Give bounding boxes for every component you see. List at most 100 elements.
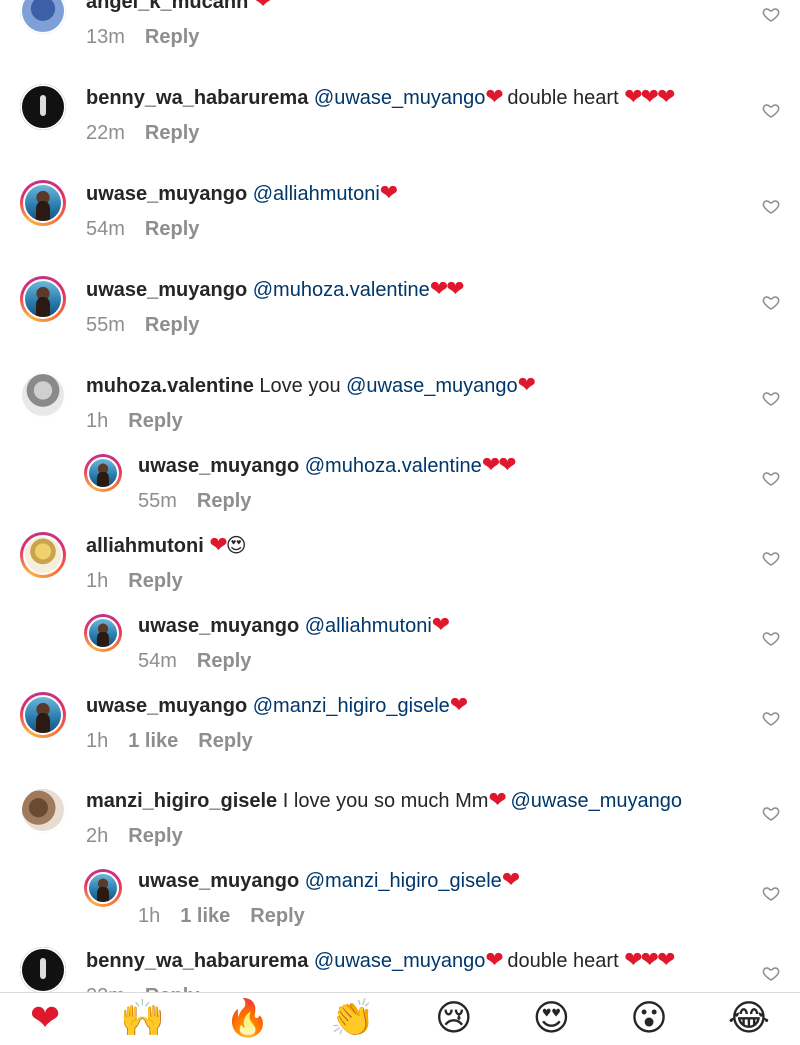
comment-suffix: ❤❤ xyxy=(429,276,465,301)
username[interactable]: uwase_muyango xyxy=(86,183,247,205)
heart-emoji: ❤ xyxy=(640,84,659,109)
avatar[interactable] xyxy=(84,454,122,492)
heart-emoji: ❤ xyxy=(640,947,659,972)
reply-button[interactable]: Reply xyxy=(250,905,304,927)
like-heart-icon[interactable] xyxy=(762,470,780,488)
heart-emoji: ❤ xyxy=(657,947,675,972)
emoji-reaction-6[interactable]: 😮 xyxy=(630,999,668,1039)
reply-comment: uwase_muyango @muhoza.valentine❤❤ 55m Repl… xyxy=(0,452,800,532)
avatar[interactable] xyxy=(20,0,66,34)
comment-meta: 54m Reply xyxy=(138,649,730,673)
mention-link[interactable]: @alliahmutoni xyxy=(305,615,432,637)
comment-suffix: ❤❤ xyxy=(482,452,517,477)
comment-suffix: ❤ double heart ❤❤❤ xyxy=(485,947,675,972)
like-count[interactable]: 1 like xyxy=(180,905,230,927)
like-heart-icon[interactable] xyxy=(762,102,780,120)
like-heart-icon[interactable] xyxy=(762,550,780,568)
username[interactable]: muhoza.valentine xyxy=(86,375,254,397)
reply-comment: uwase_muyango @manzi_higiro_gisele❤ 1h 1 l… xyxy=(0,867,800,947)
comment-text: benny_wa_habarurema @uwase_muyango❤ doub… xyxy=(86,84,730,111)
emoji-reaction-1[interactable]: 🙌 xyxy=(120,999,165,1039)
like-count[interactable]: 1 like xyxy=(128,730,178,752)
comments-list: angel_k_mucahn ❤ 13m Reply benny_wa_habarur… xyxy=(0,0,800,992)
comment-text: uwase_muyango @alliahmutoni❤ xyxy=(86,180,730,207)
mention-link[interactable]: @manzi_higiro_gisele xyxy=(305,870,502,892)
username[interactable]: angel_k_mucahn xyxy=(86,0,248,13)
comment-text: benny_wa_habarurema @uwase_muyango❤ doub… xyxy=(86,947,730,974)
comment-body: I love you so much Mm❤ xyxy=(282,787,507,812)
reply-button[interactable]: Reply xyxy=(145,314,199,336)
mention-link[interactable]: @uwase_muyango xyxy=(346,375,518,397)
avatar[interactable] xyxy=(84,614,122,652)
mention-link[interactable]: @alliahmutoni xyxy=(253,183,380,205)
mention-link[interactable]: @uwase_muyango xyxy=(510,790,682,812)
mention-link[interactable]: @uwase_muyango xyxy=(314,950,486,972)
avatar[interactable] xyxy=(20,372,66,418)
avatar[interactable] xyxy=(20,276,66,322)
emoji-reaction-7[interactable]: 😂 xyxy=(728,999,770,1039)
comment-meta: 55m Reply xyxy=(138,489,730,513)
emoji-reaction-3[interactable]: 👏 xyxy=(330,999,375,1039)
reply-button[interactable]: Reply xyxy=(145,122,199,144)
heart-emoji: ❤ xyxy=(379,180,398,205)
comment-text: uwase_muyango @alliahmutoni❤ xyxy=(138,612,730,639)
username[interactable]: manzi_higiro_gisele xyxy=(86,790,277,812)
avatar[interactable] xyxy=(20,532,66,578)
reply-button[interactable]: Reply xyxy=(145,985,199,992)
emoji-reaction-5[interactable]: 😍 xyxy=(533,999,571,1039)
reply-button[interactable]: Reply xyxy=(197,650,251,672)
comment-suffix: ❤😍 xyxy=(209,532,246,557)
avatar[interactable] xyxy=(20,947,66,992)
like-heart-icon[interactable] xyxy=(762,965,780,983)
heart-emoji: ❤ xyxy=(485,947,503,972)
reply-button[interactable]: Reply xyxy=(145,26,199,48)
like-heart-icon[interactable] xyxy=(762,6,780,24)
like-heart-icon[interactable] xyxy=(762,198,780,216)
timestamp: 1h xyxy=(138,905,161,927)
username[interactable]: uwase_muyango xyxy=(138,455,299,477)
timestamp: 1h xyxy=(86,410,109,432)
like-heart-icon[interactable] xyxy=(762,294,780,312)
reply-button[interactable]: Reply xyxy=(197,490,251,512)
username[interactable]: benny_wa_habarurema xyxy=(86,87,308,109)
mention-link[interactable]: @uwase_muyango xyxy=(314,87,486,109)
username[interactable]: uwase_muyango xyxy=(86,279,247,301)
username[interactable]: uwase_muyango xyxy=(86,695,247,717)
avatar[interactable] xyxy=(20,84,66,130)
like-heart-icon[interactable] xyxy=(762,630,780,648)
heart-emoji: ❤ xyxy=(488,787,506,812)
comment-meta: 55m Reply xyxy=(86,313,730,337)
timestamp: 2h xyxy=(86,825,109,847)
avatar[interactable] xyxy=(20,180,66,226)
comment-suffix: ❤ xyxy=(254,0,272,13)
emoji-reaction-0[interactable]: ❤ xyxy=(30,999,60,1039)
reply-button[interactable]: Reply xyxy=(198,730,252,752)
comment-body: Love you xyxy=(259,375,341,397)
comment: uwase_muyango @alliahmutoni❤ 54m Reply xyxy=(0,180,800,260)
username[interactable]: benny_wa_habarurema xyxy=(86,950,308,972)
comment: uwase_muyango @muhoza.valentine❤❤ 55m Repl… xyxy=(0,276,800,356)
mention-link[interactable]: @muhoza.valentine xyxy=(253,279,430,301)
reply-button[interactable]: Reply xyxy=(145,218,199,240)
comment-text: muhoza.valentine Love you @uwase_muyango… xyxy=(86,372,730,399)
avatar[interactable] xyxy=(84,869,122,907)
reply-button[interactable]: Reply xyxy=(128,570,182,592)
avatar[interactable] xyxy=(20,787,66,833)
like-heart-icon[interactable] xyxy=(762,885,780,903)
comment-meta: 13m Reply xyxy=(86,25,730,49)
avatar[interactable] xyxy=(20,692,66,738)
username[interactable]: alliahmutoni xyxy=(86,535,204,557)
like-heart-icon[interactable] xyxy=(762,390,780,408)
emoji-reaction-2[interactable]: 🔥 xyxy=(225,999,270,1039)
reply-button[interactable]: Reply xyxy=(128,410,182,432)
username[interactable]: uwase_muyango xyxy=(138,870,299,892)
mention-link[interactable]: @muhoza.valentine xyxy=(305,455,482,477)
username[interactable]: uwase_muyango xyxy=(138,615,299,637)
like-heart-icon[interactable] xyxy=(762,805,780,823)
heart-emoji: ❤ xyxy=(429,276,448,301)
like-heart-icon[interactable] xyxy=(762,710,780,728)
reply-button[interactable]: Reply xyxy=(128,825,182,847)
comment: alliahmutoni ❤😍 1h Reply xyxy=(0,532,800,612)
mention-link[interactable]: @manzi_higiro_gisele xyxy=(253,695,450,717)
emoji-reaction-4[interactable]: 😢 xyxy=(435,999,473,1039)
